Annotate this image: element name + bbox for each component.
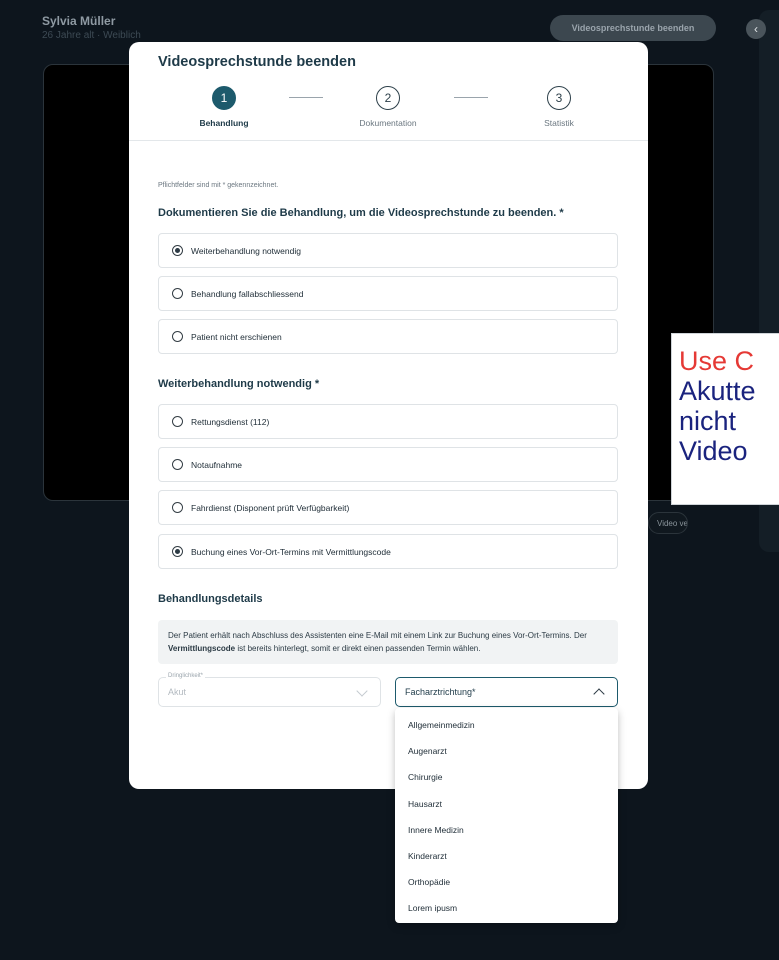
option-label: Behandlung fallabschliessend: [191, 288, 304, 299]
annotation-line: Video: [679, 436, 748, 466]
divider: [129, 140, 648, 141]
video-control-pill[interactable]: Video ver: [648, 512, 688, 534]
dropdown-option[interactable]: Innere Medizin: [395, 817, 618, 843]
option-label: Buchung eines Vor-Ort-Termins mit Vermit…: [191, 546, 391, 557]
radio-option-treatment-complete[interactable]: Behandlung fallabschliessend: [158, 276, 618, 311]
option-label: Rettungsdienst (112): [191, 416, 270, 427]
chevron-down-icon: [356, 685, 368, 697]
annotation-line: Use C: [679, 346, 755, 376]
annotation-note: Use C Akutte nicht Video: [671, 333, 779, 505]
step-number: 2: [376, 86, 400, 110]
option-label: Notaufnahme: [191, 459, 243, 470]
step-number: 3: [547, 86, 571, 110]
step-label: Dokumentation: [359, 118, 417, 128]
dropdown-option[interactable]: Hausarzt: [395, 791, 618, 817]
step-number: 1: [212, 86, 236, 110]
radio-option-emergency-room[interactable]: Notaufnahme: [158, 447, 618, 482]
urgency-legend: Dringlichkeit*: [166, 673, 206, 679]
radio-option-further-treatment[interactable]: Weiterbehandlung notwendig: [158, 233, 618, 268]
dropdown-option[interactable]: Lorem ipusm: [395, 895, 618, 921]
end-consultation-modal: Videosprechstunde beenden 1 Behandlung 2…: [129, 42, 648, 789]
step-connector: [454, 97, 488, 98]
radio-unchecked-icon: [172, 288, 183, 299]
annotation-line: Akutte: [679, 376, 756, 406]
section-title-treatment-details: Behandlungsdetails: [158, 593, 263, 605]
collapse-panel-button[interactable]: ‹: [746, 19, 766, 39]
info-text: ist bereits hinterlegt, somit er direkt …: [235, 644, 481, 653]
radio-unchecked-icon: [172, 502, 183, 513]
required-fields-hint: Pflichtfelder sind mit * gekennzeichnet.: [158, 182, 279, 189]
step-label: Statistik: [544, 118, 574, 128]
section-title-documentation: Dokumentieren Sie die Behandlung, um die…: [158, 207, 564, 219]
step-label: Behandlung: [199, 118, 249, 128]
chevron-left-icon: ‹: [754, 22, 758, 36]
urgency-value: Akut: [168, 687, 187, 697]
urgency-select[interactable]: Dringlichkeit* Akut: [158, 673, 381, 707]
patient-details: 26 Jahre alt · Weiblich: [42, 30, 141, 41]
radio-unchecked-icon: [172, 459, 183, 470]
radio-option-onsite-appointment[interactable]: Buchung eines Vor-Ort-Termins mit Vermit…: [158, 534, 618, 569]
info-text: Der Patient erhält nach Abschluss des As…: [168, 631, 587, 640]
step-connector: [289, 97, 323, 98]
dropdown-option[interactable]: Augenarzt: [395, 738, 618, 764]
chevron-up-icon: [593, 688, 605, 700]
radio-checked-icon: [172, 245, 183, 256]
specialty-label: Facharztrichtung*: [405, 687, 476, 697]
dropdown-option[interactable]: Chirurgie: [395, 764, 618, 790]
radio-option-ambulance[interactable]: Rettungsdienst (112): [158, 404, 618, 439]
info-box: Der Patient erhält nach Abschluss des As…: [158, 620, 618, 664]
radio-unchecked-icon: [172, 331, 183, 342]
info-text-bold: Vermittlungscode: [168, 644, 236, 653]
step-treatment[interactable]: 1 Behandlung: [174, 86, 274, 128]
specialty-dropdown: Allgemeinmedizin Augenarzt Chirurgie Hau…: [395, 708, 618, 923]
modal-title: Videosprechstunde beenden: [158, 54, 356, 70]
radio-option-no-show[interactable]: Patient nicht erschienen: [158, 319, 618, 354]
step-statistics[interactable]: 3 Statistik: [509, 86, 609, 128]
annotation-line: nicht: [679, 406, 737, 436]
specialty-select[interactable]: Facharztrichtung*: [395, 677, 618, 707]
stepper: 1 Behandlung 2 Dokumentation 3 Statistik: [129, 86, 648, 141]
option-label: Weiterbehandlung notwendig: [191, 245, 301, 256]
end-consultation-button[interactable]: Videosprechstunde beenden: [550, 15, 716, 41]
section-title-further-treatment: Weiterbehandlung notwendig *: [158, 378, 320, 390]
patient-name: Sylvia Müller: [42, 14, 116, 28]
option-label: Fahrdienst (Disponent prüft Verfügbarkei…: [191, 502, 350, 513]
radio-unchecked-icon: [172, 416, 183, 427]
dropdown-option[interactable]: Orthopädie: [395, 869, 618, 895]
option-label: Patient nicht erschienen: [191, 331, 282, 342]
step-documentation[interactable]: 2 Dokumentation: [338, 86, 438, 128]
radio-option-transport-service[interactable]: Fahrdienst (Disponent prüft Verfügbarkei…: [158, 490, 618, 525]
radio-checked-icon: [172, 546, 183, 557]
dropdown-option[interactable]: Kinderarzt: [395, 843, 618, 869]
dropdown-option[interactable]: Allgemeinmedizin: [395, 712, 618, 738]
